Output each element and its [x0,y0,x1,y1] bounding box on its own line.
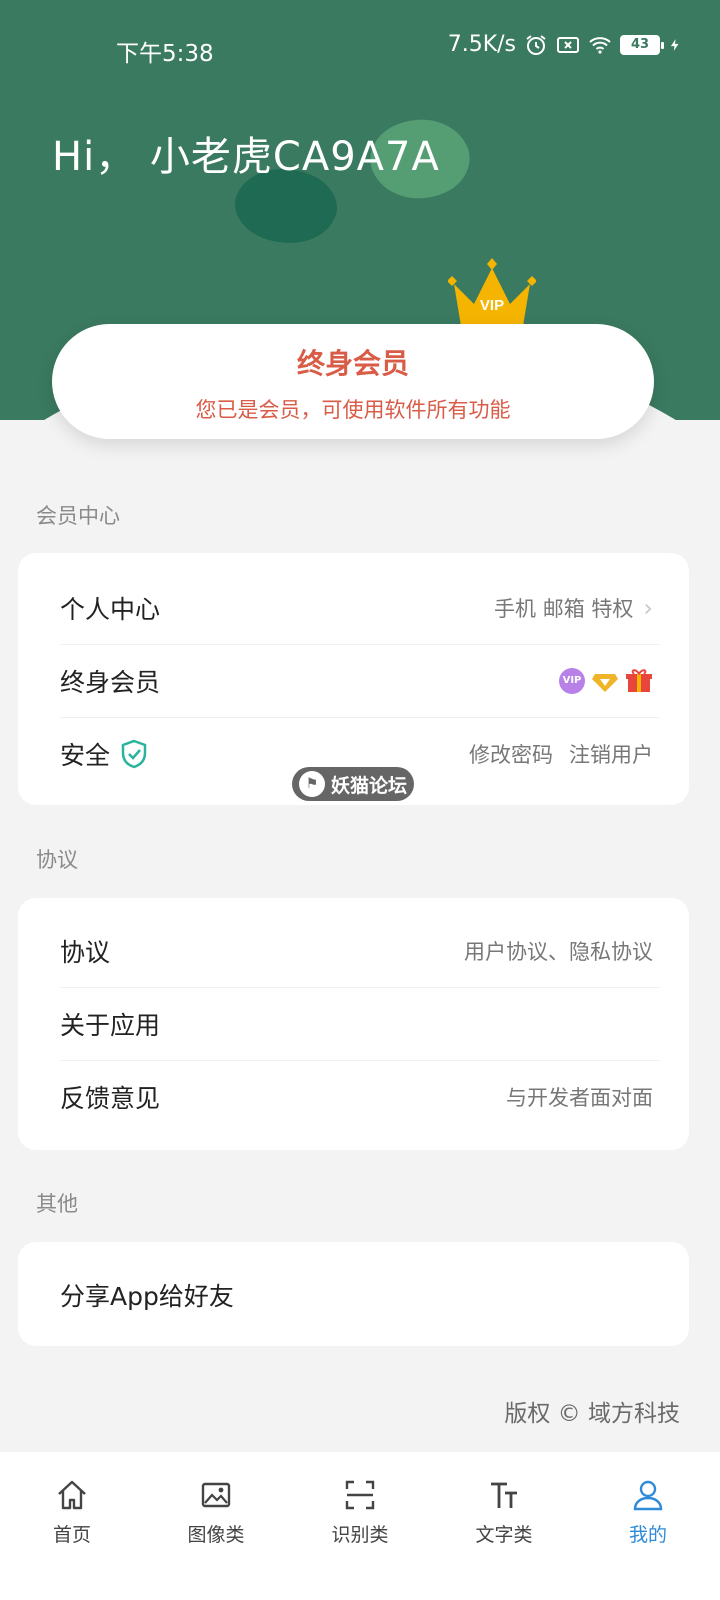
tab-recognition[interactable]: 识别类 [300,1452,420,1600]
tab-text[interactable]: 文字类 [444,1452,564,1600]
delete-account-link[interactable]: 注销用户 [569,739,653,769]
row-personal-center[interactable]: 个人中心 手机 邮箱 特权 › [60,571,653,644]
alarm-icon [526,34,546,55]
row-label: 反馈意见 [60,1083,161,1113]
user-icon [633,1480,663,1511]
gift-icon [626,668,652,692]
copyright: 版权 © 域方科技 [504,1401,680,1427]
charging-icon [670,38,679,51]
battery-icon: 43 [620,34,664,55]
chevron-right-icon: › [643,593,653,622]
status-bar: 下午5:38 7.5K/s 43 [0,0,720,96]
bottom-nav: 首页 图像类 识别类 文字类 我的 [0,1452,720,1600]
tab-label: 图像类 [187,1524,245,1546]
row-label: 终身会员 [60,667,161,697]
row-value: 与开发者面对面 [506,1085,653,1110]
diamond-icon [592,673,618,692]
tab-home[interactable]: 首页 [12,1452,132,1600]
status-time: 下午5:38 [116,41,214,67]
tab-label: 我的 [628,1524,667,1546]
row-value: 用户协议、隐私协议 [464,939,653,964]
vip-crown-icon: VIP [448,258,536,332]
no-sim-icon [557,36,579,53]
row-agreement[interactable]: 协议 用户协议、隐私协议 [60,914,653,987]
section-label-agreement: 协议 [36,848,78,872]
member-status-card[interactable]: 终身会员 您已是会员，可使用软件所有功能 [52,324,654,439]
section-label-member-center: 会员中心 [36,504,120,528]
agreement-card: 协议 用户协议、隐私协议 关于应用 反馈意见 与开发者面对面 [18,898,689,1150]
row-label: 分享App给好友 [60,1281,234,1311]
row-label: 协议 [60,937,111,967]
row-share-app[interactable]: 分享App给好友 [60,1258,653,1331]
row-label: 安全 [60,740,111,770]
shield-icon [121,739,147,768]
other-card: 分享App给好友 [18,1242,689,1346]
row-about-app[interactable]: 关于应用 [60,987,653,1060]
vip-badge-icon: VIP [559,667,585,694]
tab-label: 识别类 [331,1524,389,1546]
tab-label: 首页 [52,1524,91,1546]
section-label-other: 其他 [36,1192,78,1216]
tab-mine[interactable]: 我的 [588,1452,708,1600]
network-speed: 7.5K/s [447,32,516,57]
change-password-link[interactable]: 修改密码 [469,739,553,769]
row-label: 关于应用 [60,1010,161,1040]
row-lifetime-member[interactable]: 终身会员 VIP [60,644,653,717]
member-subtitle: 您已是会员，可使用软件所有功能 [195,398,511,422]
member-title: 终身会员 [296,347,409,380]
wifi-icon [589,36,611,54]
tab-label: 文字类 [475,1524,533,1546]
watermark-text: 妖猫论坛 [330,774,407,797]
row-value: 手机 邮箱 特权 [494,596,634,621]
home-icon [58,1480,86,1510]
watermark-logo-icon: ⚑ [298,771,325,797]
tab-image[interactable]: 图像类 [156,1452,276,1600]
watermark: ⚑ 妖猫论坛 [292,767,414,801]
row-feedback[interactable]: 反馈意见 与开发者面对面 [60,1060,653,1133]
status-icons: 7.5K/s 43 [448,32,682,57]
row-label: 个人中心 [60,594,161,624]
scan-icon [345,1480,375,1510]
greeting: Hi， 小老虎CA9A7A [52,134,440,180]
image-icon [201,1482,231,1508]
text-icon [491,1482,517,1508]
crown-label: VIP [480,297,504,314]
